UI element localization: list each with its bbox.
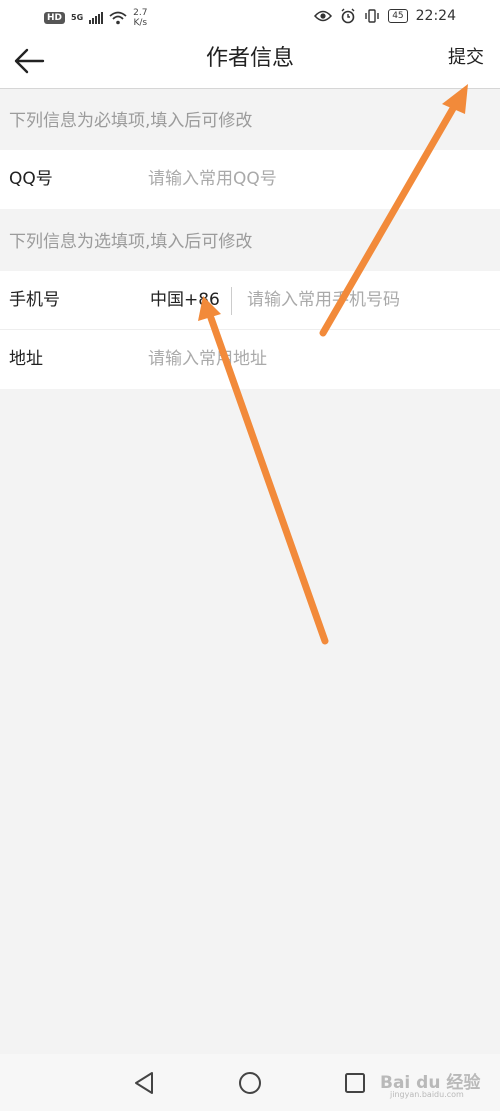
network-speed: 2.7 K/s: [133, 8, 147, 28]
required-section-hint: 下列信息为必填项,填入后可修改: [0, 89, 500, 149]
app-header: 作者信息 提交: [0, 36, 500, 89]
nav-home-button[interactable]: [235, 1068, 265, 1098]
wifi-icon: [109, 11, 127, 25]
phone-label: 手机号: [9, 290, 60, 310]
signal-icon: [89, 12, 104, 24]
triangle-back-icon: [135, 1072, 153, 1094]
nav-back-button[interactable]: [130, 1068, 160, 1098]
speed-value: 2.7: [133, 8, 148, 18]
status-right: 45 22:24: [314, 8, 456, 24]
status-bar: HD 5G 2.7 K/s 45 22:24: [0, 0, 500, 36]
watermark-url: jingyan.baidu.com: [390, 1090, 464, 1099]
submit-button[interactable]: 提交: [448, 36, 484, 88]
address-input[interactable]: 请输入常用地址: [148, 330, 267, 389]
network-type: 5G: [71, 13, 84, 22]
eye-icon: [314, 10, 333, 22]
status-left: HD 5G 2.7 K/s: [44, 8, 147, 28]
phone-input[interactable]: 请输入常用手机号码: [247, 271, 400, 330]
hd-badge: HD: [44, 12, 66, 24]
circle-home-icon: [239, 1072, 261, 1094]
nav-recents-button[interactable]: [340, 1068, 370, 1098]
address-row[interactable]: 地址 请输入常用地址: [0, 330, 500, 389]
address-label: 地址: [9, 349, 43, 369]
page-title: 作者信息: [205, 46, 294, 71]
country-code-selector[interactable]: 中国+86: [150, 271, 220, 330]
qq-row[interactable]: QQ号 请输入常用QQ号: [0, 150, 500, 209]
clock: 22:24: [415, 8, 456, 24]
back-button[interactable]: [12, 46, 46, 76]
field-divider: [231, 287, 232, 315]
arrow-left-icon: [14, 48, 45, 74]
watermark: Bai du 经验 jingyan.baidu.com: [380, 1062, 495, 1102]
vibrate-icon: [365, 9, 379, 23]
square-recents-icon: [345, 1073, 365, 1093]
battery-icon: 45: [388, 9, 408, 23]
qq-input[interactable]: 请输入常用QQ号: [148, 150, 277, 209]
phone-row[interactable]: 手机号 中国+86 请输入常用手机号码: [0, 271, 500, 330]
optional-section-hint: 下列信息为选填项,填入后可修改: [0, 210, 500, 270]
speed-unit: K/s: [133, 18, 148, 28]
alarm-icon: [341, 8, 355, 24]
qq-label: QQ号: [9, 169, 53, 189]
